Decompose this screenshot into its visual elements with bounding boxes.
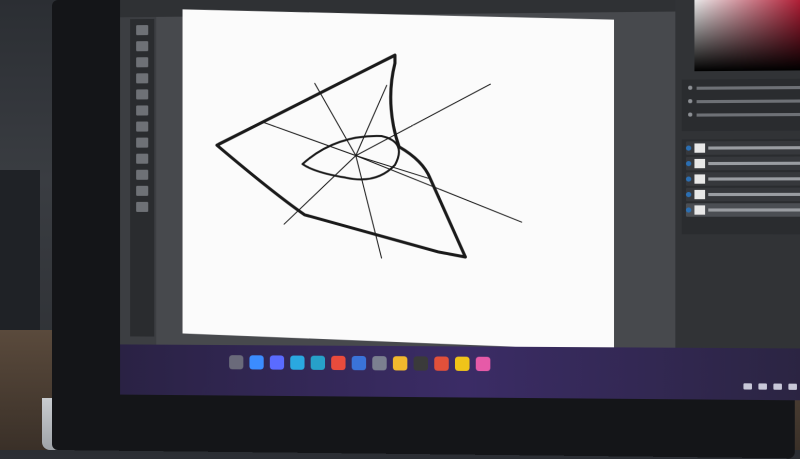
taskbar bbox=[120, 344, 800, 401]
layer-row-active[interactable] bbox=[685, 203, 800, 217]
layer-name bbox=[708, 208, 800, 212]
explorer-icon[interactable] bbox=[392, 356, 408, 371]
clock-icon[interactable] bbox=[788, 383, 797, 390]
tools-panel bbox=[130, 18, 155, 337]
visibility-icon[interactable] bbox=[685, 161, 692, 167]
stamp-tool-icon[interactable] bbox=[136, 121, 149, 132]
layer-row[interactable] bbox=[685, 172, 800, 186]
network-icon[interactable] bbox=[743, 383, 752, 390]
office-icon[interactable] bbox=[434, 356, 449, 371]
search-icon[interactable] bbox=[249, 355, 264, 370]
photos-icon[interactable] bbox=[454, 356, 470, 371]
eyedropper-tool-icon[interactable] bbox=[136, 89, 149, 100]
menu-item[interactable] bbox=[128, 3, 136, 13]
menu-item[interactable] bbox=[144, 3, 152, 13]
menu-item[interactable] bbox=[152, 3, 160, 13]
monitor bbox=[52, 0, 800, 459]
document-area bbox=[156, 9, 695, 367]
adjustment-label bbox=[696, 112, 800, 117]
adjustment-row[interactable] bbox=[688, 82, 800, 93]
layer-row[interactable] bbox=[685, 187, 800, 202]
layers-panel bbox=[681, 138, 800, 235]
mail-icon[interactable] bbox=[351, 355, 367, 371]
edge-icon[interactable] bbox=[290, 355, 305, 370]
adjustment-icon bbox=[688, 85, 693, 90]
adjustment-row[interactable] bbox=[688, 109, 800, 120]
move-tool-icon[interactable] bbox=[136, 25, 149, 36]
adjustment-row[interactable] bbox=[688, 95, 800, 106]
layer-name bbox=[708, 161, 800, 166]
layer-name bbox=[708, 177, 800, 181]
drawing-canvas[interactable] bbox=[182, 9, 615, 351]
menu-item[interactable] bbox=[160, 3, 168, 13]
layer-name bbox=[708, 192, 800, 197]
start-icon[interactable] bbox=[229, 355, 244, 370]
visibility-icon[interactable] bbox=[685, 191, 692, 198]
store-icon[interactable] bbox=[331, 355, 346, 371]
color-picker[interactable] bbox=[694, 0, 800, 72]
right-panels bbox=[675, 0, 800, 370]
brush-tool-icon[interactable] bbox=[136, 105, 149, 116]
layer-row[interactable] bbox=[685, 156, 800, 171]
app-icon[interactable] bbox=[475, 356, 491, 372]
adjustment-label bbox=[696, 98, 800, 103]
zoom-tool-icon[interactable] bbox=[136, 201, 149, 212]
layer-thumbnail bbox=[694, 174, 706, 184]
terminal-icon[interactable] bbox=[413, 356, 429, 371]
crop-tool-icon[interactable] bbox=[136, 73, 149, 84]
visibility-icon[interactable] bbox=[685, 207, 692, 213]
adjustments-panel bbox=[681, 78, 800, 132]
screen bbox=[120, 0, 800, 401]
taskbar-icons bbox=[229, 355, 491, 372]
sketch-drawing bbox=[183, 9, 614, 350]
type-tool-icon[interactable] bbox=[136, 185, 149, 196]
pen-tool-icon[interactable] bbox=[136, 169, 149, 180]
adjustment-label bbox=[696, 85, 800, 90]
layer-thumbnail bbox=[694, 205, 706, 215]
visibility-icon[interactable] bbox=[685, 145, 692, 151]
menu-item[interactable] bbox=[136, 3, 144, 13]
battery-icon[interactable] bbox=[773, 383, 782, 390]
volume-icon[interactable] bbox=[758, 383, 767, 390]
task-view-icon[interactable] bbox=[269, 355, 285, 370]
layer-row[interactable] bbox=[685, 140, 800, 155]
visibility-icon[interactable] bbox=[685, 176, 692, 182]
eraser-tool-icon[interactable] bbox=[136, 137, 149, 148]
menu-item[interactable] bbox=[120, 3, 128, 13]
lasso-tool-icon[interactable] bbox=[136, 57, 149, 68]
layer-name bbox=[708, 146, 800, 150]
gradient-tool-icon[interactable] bbox=[136, 153, 149, 164]
layer-thumbnail bbox=[694, 189, 706, 200]
system-tray bbox=[743, 383, 800, 390]
photoshop-icon[interactable] bbox=[310, 355, 326, 370]
shelf-left bbox=[0, 170, 40, 340]
marquee-tool-icon[interactable] bbox=[136, 41, 149, 52]
settings-icon[interactable] bbox=[372, 356, 387, 371]
layer-thumbnail bbox=[694, 158, 706, 169]
adjustment-icon bbox=[688, 112, 693, 117]
layer-thumbnail bbox=[694, 143, 706, 153]
adjustment-icon bbox=[688, 99, 693, 104]
